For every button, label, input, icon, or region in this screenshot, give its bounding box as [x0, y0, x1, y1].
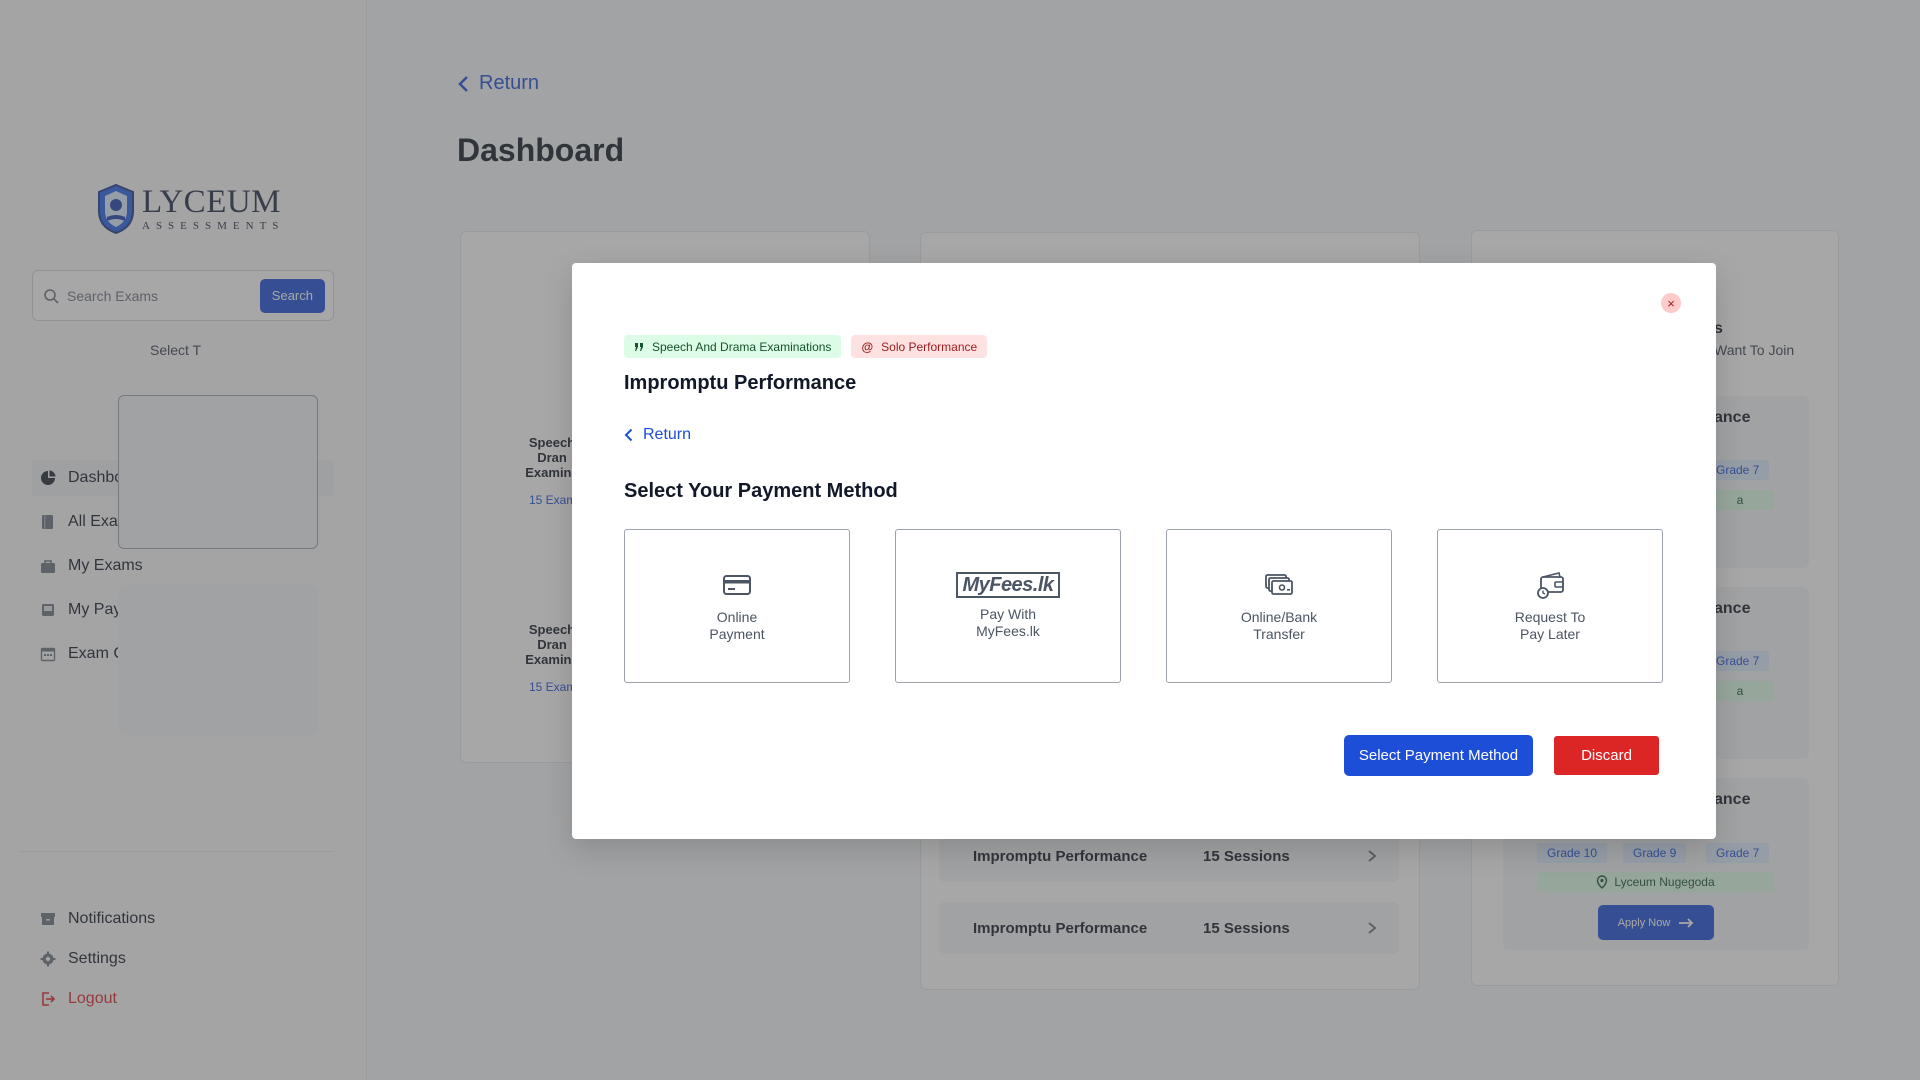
method-label-line1: Online/Bank — [1240, 609, 1318, 625]
method-label-line2: Payment — [709, 626, 765, 642]
exam-tags: Speech And Drama Examinations @ Solo Per… — [624, 335, 988, 358]
payment-option-pay-later[interactable]: Request To Pay Later — [1437, 529, 1663, 683]
payment-option-online[interactable]: Online Payment — [624, 529, 850, 683]
quote-icon — [635, 342, 643, 351]
section-title: Select Your Payment Method — [624, 480, 898, 502]
method-label-line2: Pay Later — [1520, 626, 1580, 642]
close-modal-button[interactable]: × — [1661, 293, 1681, 313]
method-label-line2: Transfer — [1253, 626, 1305, 642]
payment-option-bank-transfer[interactable]: Online/Bank Transfer — [1166, 529, 1392, 683]
modal-return-link[interactable]: Return — [624, 426, 691, 444]
category-tag: Speech And Drama Examinations — [624, 335, 842, 358]
cash-icon — [1265, 574, 1293, 595]
myfees-logo-icon: MyFees.lk — [956, 572, 1060, 598]
discard-button[interactable]: Discard — [1554, 736, 1659, 775]
wallet-clock-icon — [1537, 572, 1564, 599]
method-label-line1: Request To — [1514, 609, 1586, 625]
modal-title: Impromptu Performance — [624, 372, 857, 394]
at-icon: @ — [861, 339, 874, 354]
modal-return-label: Return — [643, 426, 692, 443]
method-label-line2: MyFees.lk — [976, 623, 1040, 639]
select-payment-method-button[interactable]: Select Payment Method — [1344, 735, 1533, 776]
payment-option-myfees[interactable]: MyFees.lk Pay With MyFees.lk — [895, 529, 1121, 683]
method-label-line1: Pay With — [979, 606, 1036, 622]
chevron-left-icon — [624, 428, 633, 442]
credit-card-icon — [723, 575, 751, 595]
method-label-line1: Online — [716, 609, 758, 625]
type-tag: @ Solo Performance — [851, 335, 988, 358]
payment-methods: Online Payment MyFees.lk Pay With MyFees… — [624, 529, 1663, 683]
payment-method-modal: × Speech And Drama Examinations @ Solo P… — [572, 263, 1716, 839]
